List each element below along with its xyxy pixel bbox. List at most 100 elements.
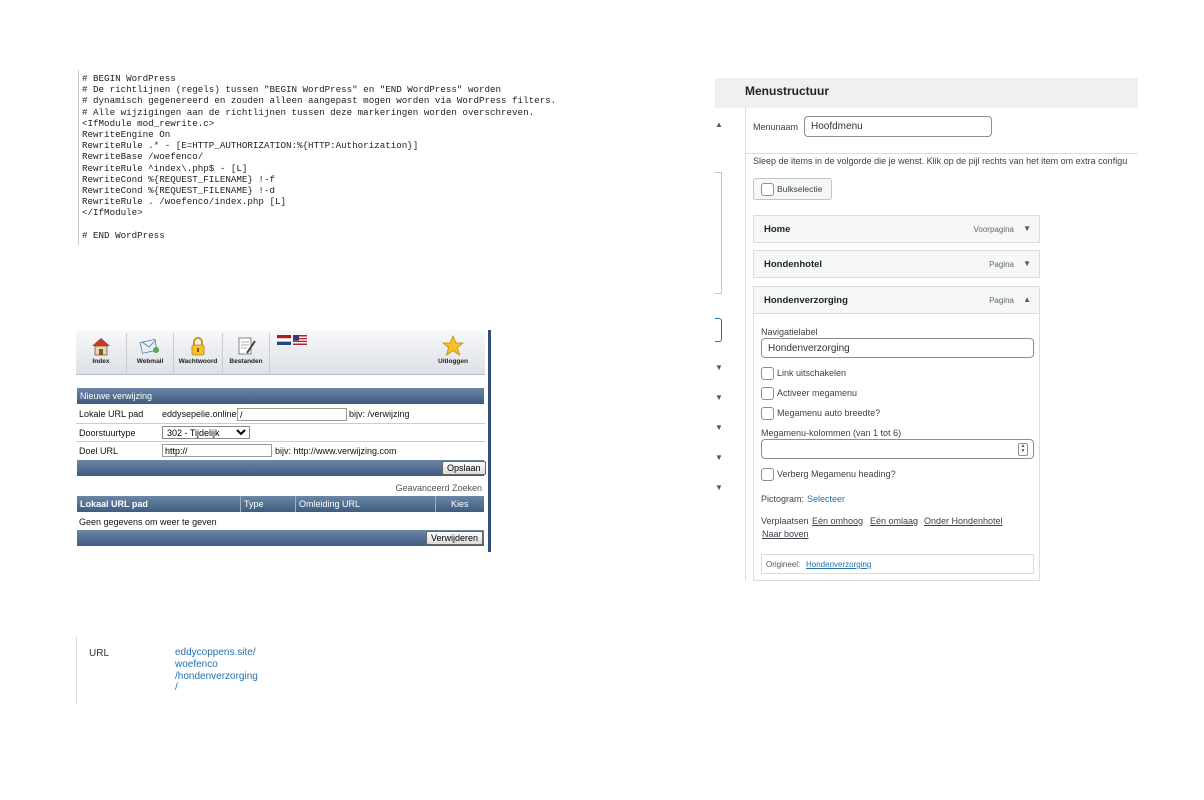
icon-label: Pictogram: <box>761 494 805 504</box>
us-flag-icon[interactable] <box>293 335 307 345</box>
code-line: RewriteCond %{REQUEST_FILENAME} !-f <box>82 173 275 185</box>
dutch-flag-icon[interactable] <box>277 335 291 345</box>
url-value-line[interactable]: /hondenverzorging <box>175 671 265 683</box>
original-link[interactable]: Hondenverzorging <box>806 560 871 569</box>
chevron-down-icon[interactable]: ▼ <box>715 423 723 432</box>
delete-button[interactable]: Verwijderen <box>426 531 484 545</box>
url-value-line[interactable]: woefenco <box>175 659 265 671</box>
menu-item-type: Pagina <box>989 260 1014 269</box>
url-info-box: URL eddycoppens.site/ woefenco /hondenve… <box>76 636 317 704</box>
code-line: # Alle wijzigingen aan de richtlijnen tu… <box>82 106 535 118</box>
menu-item-hondenverzorging[interactable]: Hondenverzorging Pagina ▲ <box>753 286 1040 314</box>
menu-item-type: Pagina <box>989 296 1014 305</box>
toolbar-index-label: Index <box>92 358 110 365</box>
move-up-link[interactable]: Eén omhoog <box>812 516 863 526</box>
megamenu-label: Activeer megamenu <box>777 388 858 398</box>
code-line: # De richtlijnen (regels) tussen "BEGIN … <box>82 84 502 96</box>
megamenu-columns-input[interactable]: ▲ ▼ <box>761 439 1034 459</box>
menu-item-settings: Navigatielabel Link uitschakelen Activee… <box>753 314 1040 581</box>
code-line: RewriteRule .* - [E=HTTP_AUTHORIZATION:%… <box>82 140 419 152</box>
toolbar-files-label: Bestanden <box>229 358 263 365</box>
bulk-select-button[interactable]: Bulkselectie <box>753 178 832 200</box>
url-value-line[interactable]: eddycoppens.site/ <box>175 647 265 659</box>
code-line: RewriteEngine On <box>82 129 171 141</box>
delete-bar: Verwijderen <box>77 530 484 546</box>
menu-item-name: Hondenhotel <box>764 259 823 270</box>
house-icon <box>92 338 110 356</box>
code-line: RewriteRule ^index\.php$ - [L] <box>82 162 248 174</box>
row-divider <box>76 423 485 424</box>
toolbar-logout-label: Uitloggen <box>438 358 468 365</box>
target-url-input[interactable] <box>162 444 272 457</box>
move-under-link[interactable]: Onder Hondenhotel <box>924 516 1003 526</box>
move-down-link[interactable]: Eén omlaag <box>870 516 918 526</box>
menu-name-input[interactable] <box>804 116 992 137</box>
code-line: RewriteCond %{REQUEST_FILENAME} !-d <box>82 185 275 197</box>
chevron-up-icon[interactable]: ▲ <box>1023 295 1031 304</box>
hide-megamenu-heading-label: Verberg Megamenu heading? <box>777 469 896 479</box>
move-top-link[interactable]: Naar boven <box>762 529 809 539</box>
menu-item-name: Hondenverzorging <box>764 295 848 306</box>
url-value-line[interactable]: / <box>175 682 265 694</box>
redirect-type-select[interactable]: 302 - Tijdelijk <box>162 426 250 439</box>
menu-item-home[interactable]: Home Voorpagina ▼ <box>753 215 1040 243</box>
toolbar: Index Webmail Wachtwoord Bestanden Uitlo… <box>76 330 485 375</box>
chevron-down-icon[interactable]: ▼ <box>1023 259 1031 268</box>
code-line: # END WordPress <box>82 229 165 241</box>
url-value[interactable]: eddycoppens.site/ woefenco /hondenverzor… <box>175 647 265 694</box>
icon-select-link[interactable]: Selecteer <box>807 494 845 504</box>
megamenu-checkbox[interactable] <box>761 387 774 400</box>
save-button[interactable]: Opslaan <box>442 461 486 475</box>
section-header: Nieuwe verwijzing <box>77 388 484 404</box>
row-divider <box>76 441 485 442</box>
nav-label-label: Navigatielabel <box>761 327 818 337</box>
htaccess-code-text: # BEGIN WordPress # De richtlijnen (rege… <box>79 70 599 241</box>
left-list-box <box>715 172 722 294</box>
code-line: RewriteBase /woefenco/ <box>82 151 204 163</box>
col-select[interactable]: Kies <box>436 496 484 512</box>
megamenu-auto-width-checkbox[interactable] <box>761 407 774 420</box>
target-url-label: Doel URL <box>79 446 119 456</box>
number-stepper-icon[interactable]: ▲ ▼ <box>1018 443 1028 456</box>
col-local-url[interactable]: Lokaal URL pad <box>77 496 241 512</box>
megamenu-columns-label: Megamenu-kolommen (van 1 tot 6) <box>761 428 902 438</box>
local-url-input[interactable] <box>237 408 347 421</box>
target-url-example: bijv: http://www.verwijzing.com <box>275 446 397 456</box>
left-accordion-strip: ▲ ▼ ▼ ▼ ▼ ▼ <box>715 108 745 581</box>
col-type[interactable]: Type <box>241 496 296 512</box>
toolbar-password[interactable]: Wachtwoord <box>174 333 223 373</box>
menu-item-hondenhotel[interactable]: Hondenhotel Pagina ▼ <box>753 250 1040 278</box>
chevron-down-icon[interactable]: ▼ <box>715 363 723 372</box>
chevron-down-icon[interactable]: ▼ <box>715 393 723 402</box>
domain-prefix: eddysepelie.online <box>162 409 237 419</box>
menu-name-row: Menunaam <box>746 108 1138 154</box>
chevron-down-icon[interactable]: ▼ <box>715 483 723 492</box>
original-box: Origineel: Hondenverzorging <box>761 554 1034 574</box>
disable-link-checkbox[interactable] <box>761 367 774 380</box>
menu-name-label: Menunaam <box>753 122 799 132</box>
empty-message: Geen gegevens om weer te geven <box>79 517 217 527</box>
collapse-up-icon[interactable]: ▲ <box>715 120 723 129</box>
hide-megamenu-heading-checkbox[interactable] <box>761 468 774 481</box>
toolbar-logout[interactable]: Uitloggen <box>428 333 478 373</box>
lock-icon <box>191 337 205 356</box>
chevron-down-icon[interactable]: ▼ <box>715 453 723 462</box>
menu-instructions: Sleep de items in de volgorde die je wen… <box>753 156 1128 166</box>
chevron-down-icon[interactable]: ▼ <box>1023 224 1031 233</box>
advanced-search-link[interactable]: Geavanceerd Zoeken <box>395 483 482 493</box>
toolbar-password-label: Wachtwoord <box>178 358 218 365</box>
col-redirect-url[interactable]: Omleiding URL <box>296 496 436 512</box>
toolbar-files[interactable]: Bestanden <box>223 333 270 373</box>
bulk-select-checkbox[interactable] <box>761 183 774 196</box>
left-button-edge[interactable] <box>715 318 722 342</box>
toolbar-webmail[interactable]: Webmail <box>127 333 174 373</box>
menu-item-type: Voorpagina <box>973 225 1014 234</box>
redirect-panel: Index Webmail Wachtwoord Bestanden Uitlo… <box>76 330 491 552</box>
local-url-example: bijv: /verwijzing <box>349 409 410 419</box>
htaccess-code-block: # BEGIN WordPress # De richtlijnen (rege… <box>78 70 599 245</box>
nav-label-input[interactable] <box>761 338 1034 358</box>
toolbar-index[interactable]: Index <box>76 333 127 373</box>
redirect-type-label: Doorstuurtype <box>79 428 136 438</box>
toolbar-webmail-label: Webmail <box>136 358 164 365</box>
results-table-header: Lokaal URL pad Type Omleiding URL Kies <box>77 496 484 512</box>
